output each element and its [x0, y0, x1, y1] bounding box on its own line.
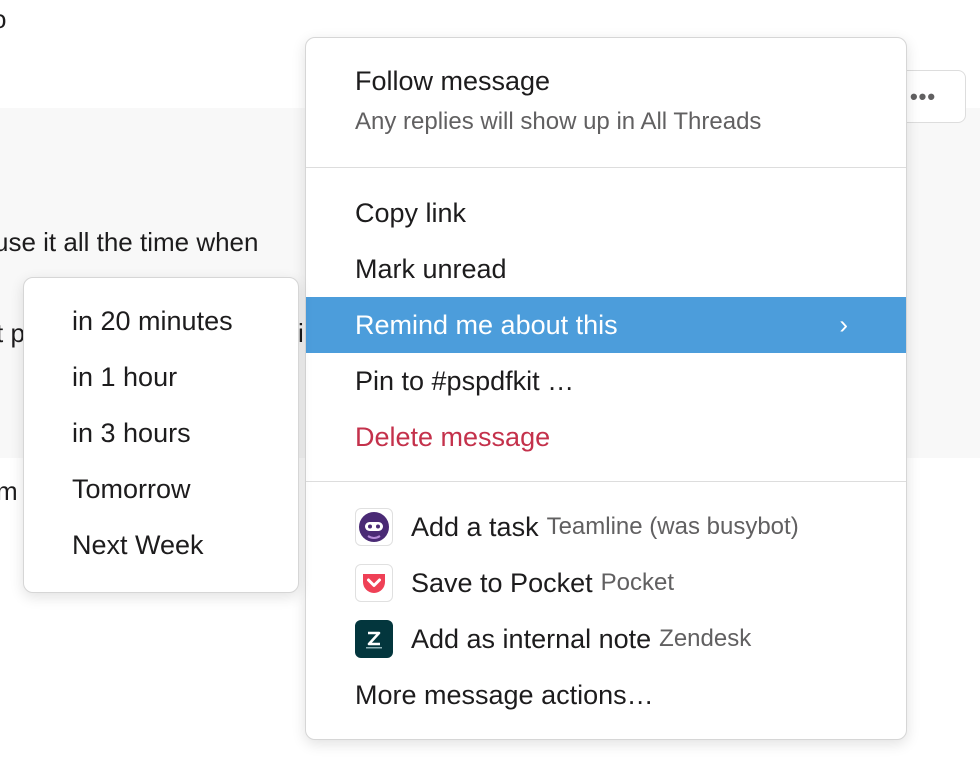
- mark-unread-label: Mark unread: [355, 253, 507, 284]
- pin-to-channel-label: Pin to #pspdfkit …: [355, 365, 575, 396]
- menu-divider: [306, 481, 906, 482]
- chevron-right-icon: ›: [839, 309, 848, 340]
- remind-next-week-item[interactable]: Next Week: [72, 530, 204, 561]
- remind-me-item[interactable]: Remind me about this ›: [306, 297, 906, 353]
- more-message-actions-item[interactable]: More message actions…: [306, 667, 906, 723]
- teamline-icon: [355, 508, 393, 546]
- mark-unread-item[interactable]: Mark unread: [306, 241, 906, 297]
- add-internal-note-item[interactable]: Add as internal note Zendesk: [306, 611, 906, 667]
- remind-me-label: Remind me about this: [355, 309, 618, 340]
- follow-message-title: Follow message: [355, 66, 551, 96]
- message-actions-menu: Follow message Any replies will show up …: [305, 37, 907, 740]
- copy-link-item[interactable]: Copy link: [306, 185, 906, 241]
- delete-message-label: Delete message: [355, 421, 551, 452]
- zendesk-app-name: Zendesk: [659, 625, 752, 652]
- message-text-fragment: use it all the time when: [0, 227, 259, 257]
- remind-3-hours-item[interactable]: in 3 hours: [72, 418, 191, 449]
- message-text-fragment: o: [0, 4, 6, 35]
- zendesk-icon: [355, 620, 393, 658]
- add-task-item[interactable]: Add a task Teamline (was busybot): [306, 499, 906, 555]
- add-task-label: Add a task: [411, 511, 539, 542]
- pin-to-channel-item[interactable]: Pin to #pspdfkit …: [306, 353, 906, 409]
- message-text-fragment: m: [0, 476, 18, 506]
- remind-1-hour-item[interactable]: in 1 hour: [72, 362, 177, 393]
- follow-message-item[interactable]: Follow message Any replies will show up …: [306, 38, 906, 168]
- delete-message-item[interactable]: Delete message: [306, 409, 906, 465]
- teamline-app-name: Teamline (was busybot): [546, 513, 799, 540]
- save-to-pocket-label: Save to Pocket: [411, 567, 593, 598]
- copy-link-label: Copy link: [355, 197, 467, 228]
- pocket-app-name: Pocket: [600, 569, 674, 596]
- message-text-fragment: t p: [0, 318, 25, 348]
- save-to-pocket-item[interactable]: Save to Pocket Pocket: [306, 555, 906, 611]
- remind-submenu: in 20 minutes in 1 hour in 3 hours Tomor…: [23, 277, 299, 593]
- remind-tomorrow-item[interactable]: Tomorrow: [72, 474, 191, 505]
- more-message-actions-label: More message actions…: [355, 679, 654, 710]
- menu-divider: [306, 167, 906, 168]
- remind-20-minutes-item[interactable]: in 20 minutes: [72, 306, 233, 337]
- follow-message-subtitle: Any replies will show up in All Threads: [355, 108, 762, 135]
- ellipsis-icon: •••: [909, 83, 937, 109]
- pocket-icon: [355, 564, 393, 602]
- add-internal-note-label: Add as internal note: [411, 623, 652, 654]
